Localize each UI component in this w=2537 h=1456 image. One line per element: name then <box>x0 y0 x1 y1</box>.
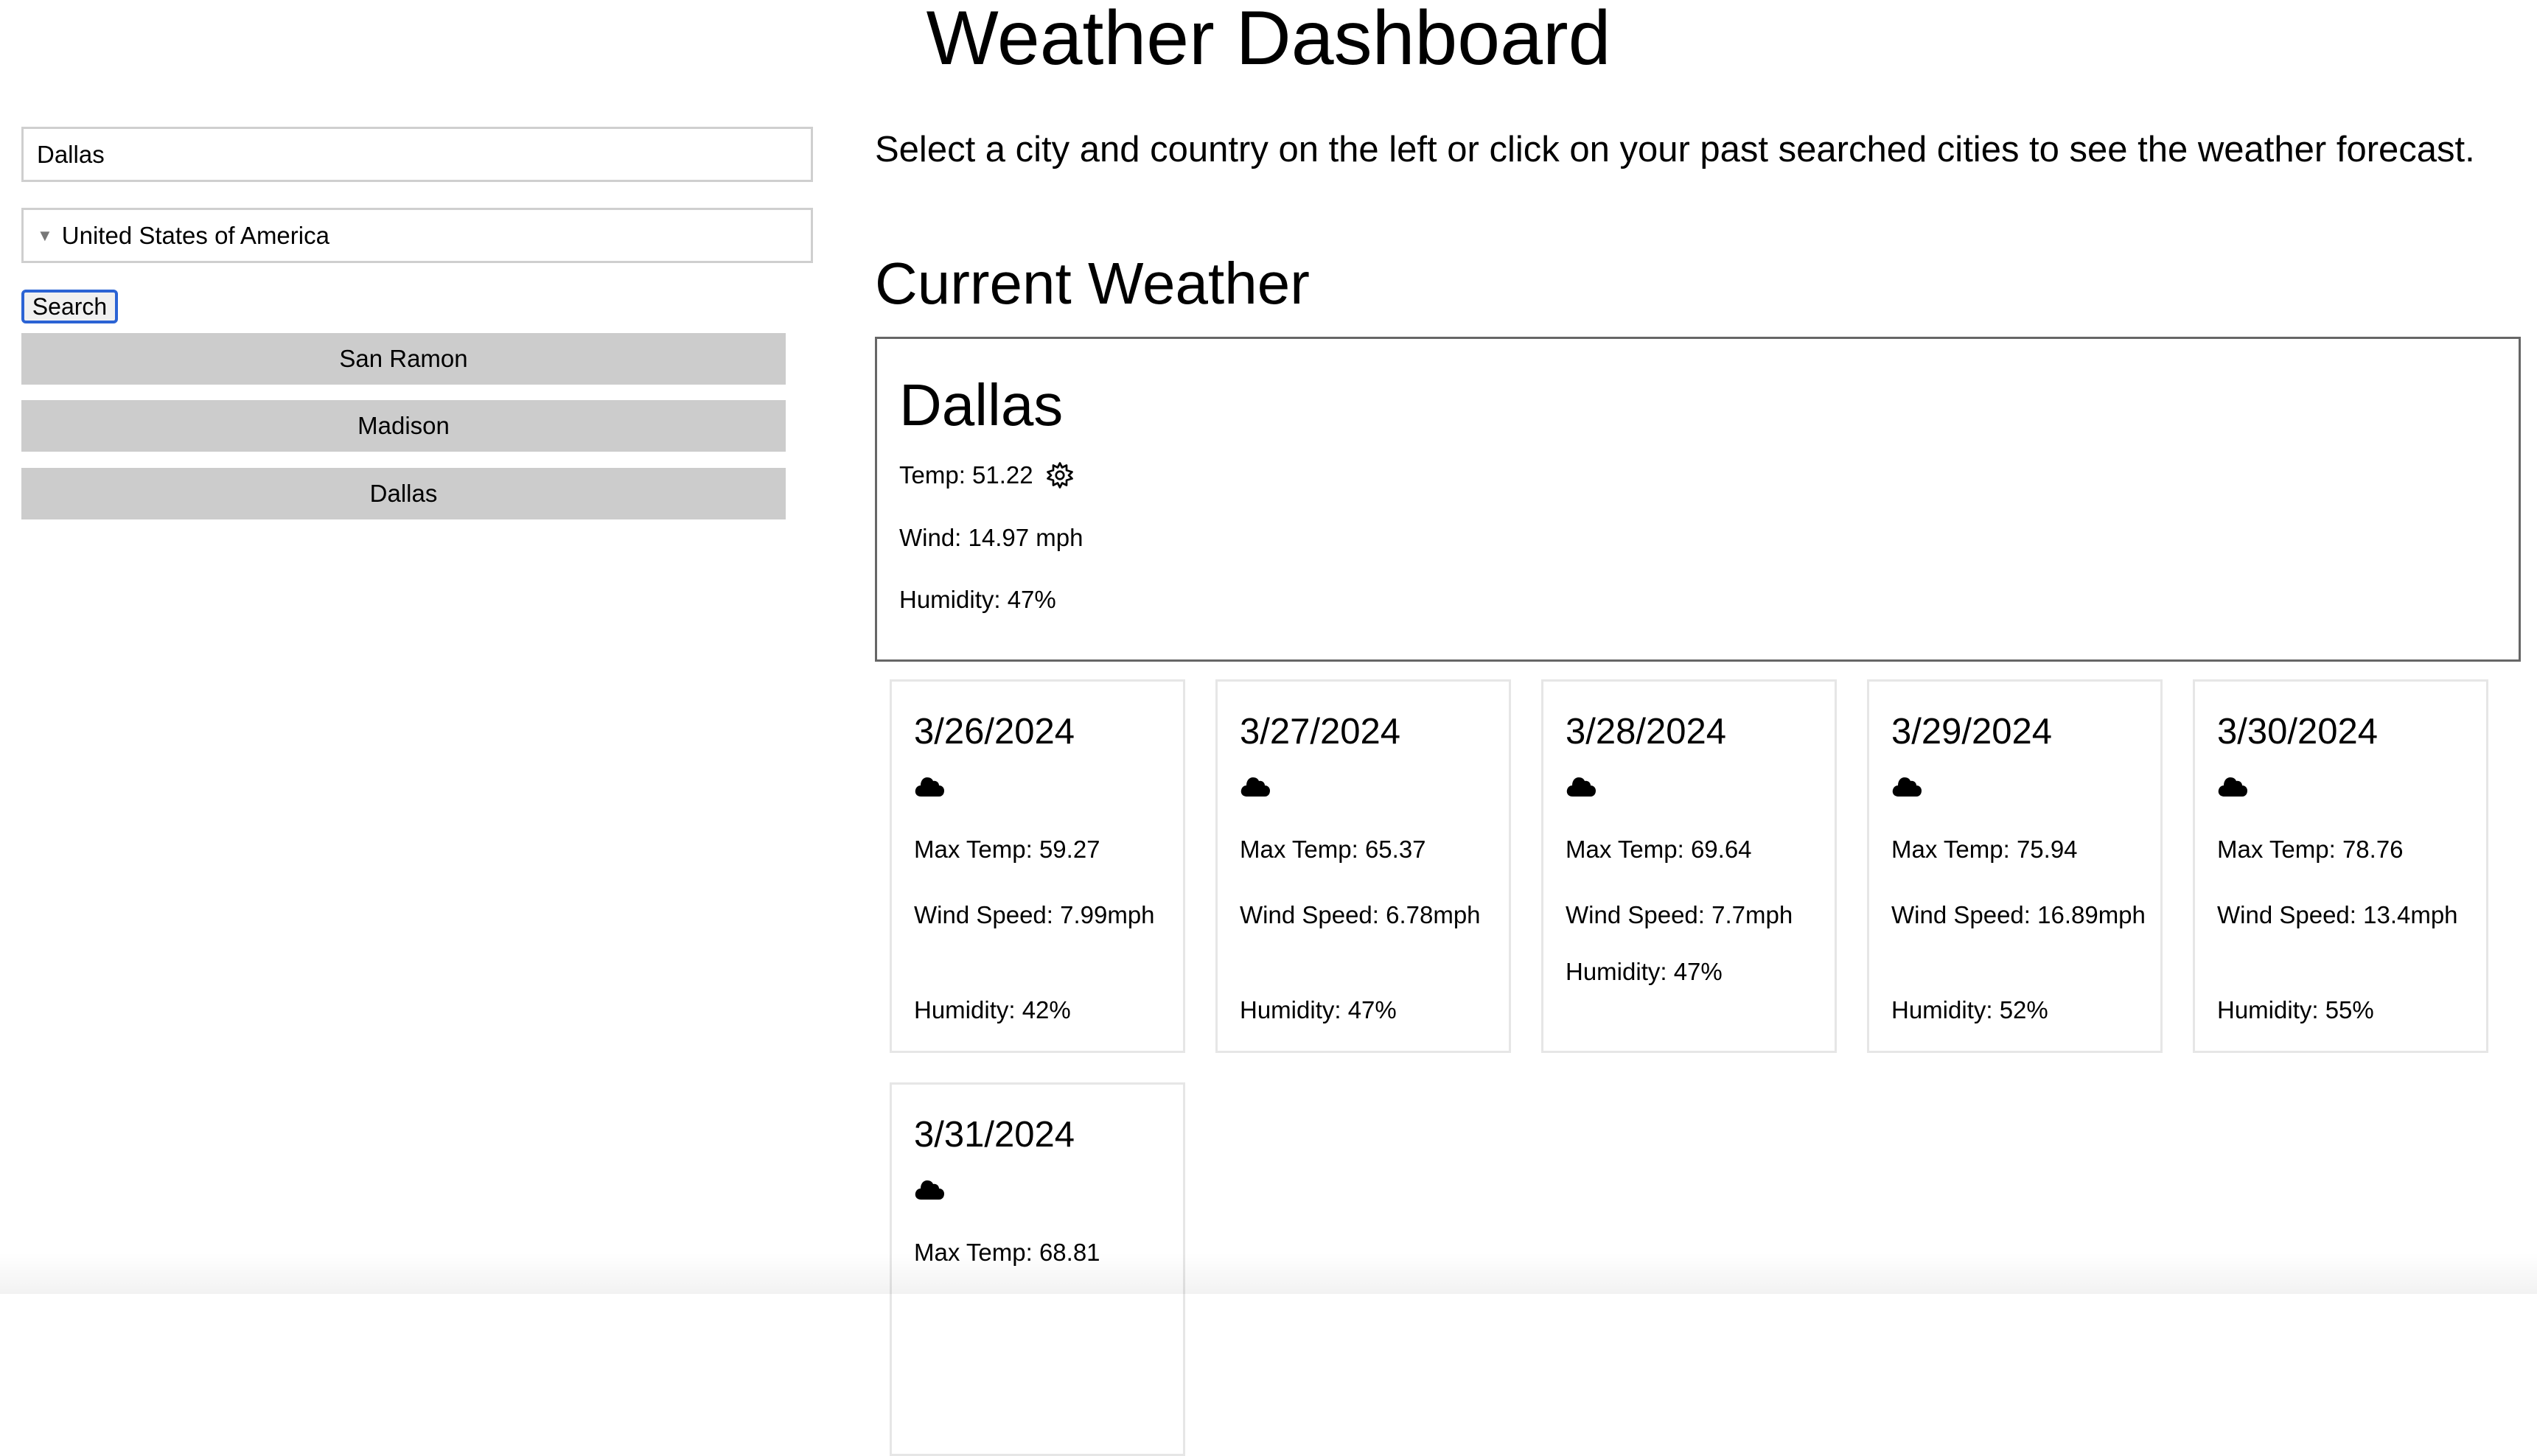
city-input[interactable] <box>21 127 813 182</box>
current-city: Dallas <box>899 372 1064 438</box>
forecast-max-temp: Max Temp: 69.64 <box>1566 836 1752 863</box>
current-weather-card: Dallas Temp: 51.22 Wind: 14.97 mph Humid… <box>875 337 2521 662</box>
cloud-icon <box>914 774 945 801</box>
forecast-date: 3/28/2024 <box>1566 712 1726 752</box>
history-button-madison[interactable]: Madison <box>21 400 786 452</box>
forecast-date: 3/29/2024 <box>1891 712 2052 752</box>
forecast-max-temp: Max Temp: 65.37 <box>1240 836 1426 863</box>
forecast-wind: Wind Speed: 16.89mph <box>1891 901 2146 928</box>
forecast-max-temp: Max Temp: 59.27 <box>914 836 1100 863</box>
country-select[interactable]: ▼ United States of America <box>21 208 813 263</box>
intro-text: Select a city and country on the left or… <box>875 130 2475 169</box>
current-humidity: Humidity: 47% <box>899 586 1056 613</box>
cloud-icon <box>1891 774 1922 801</box>
cloud-icon <box>1240 774 1271 801</box>
forecast-humidity: Humidity: 52% <box>1891 996 2048 1023</box>
history-button-dallas[interactable]: Dallas <box>21 468 786 519</box>
forecast-card: 3/28/2024 Max Temp: 69.64 Wind Speed: 7.… <box>1541 679 1837 1053</box>
forecast-max-temp: Max Temp: 75.94 <box>1891 836 2078 863</box>
forecast-humidity: Humidity: 47% <box>1566 958 1723 985</box>
forecast-card: 3/26/2024 Max Temp: 59.27 Wind Speed: 7.… <box>890 679 1185 1053</box>
forecast-date: 3/26/2024 <box>914 712 1075 752</box>
current-weather-heading: Current Weather <box>875 251 1310 316</box>
forecast-card: 3/29/2024 Max Temp: 75.94 Wind Speed: 16… <box>1867 679 2163 1053</box>
cloud-icon <box>2217 774 2248 801</box>
page-title: Weather Dashboard <box>926 0 1611 81</box>
forecast-card: 3/27/2024 Max Temp: 65.37 Wind Speed: 6.… <box>1215 679 1511 1053</box>
forecast-date: 3/30/2024 <box>2217 712 2378 752</box>
forecast-humidity: Humidity: 47% <box>1240 996 1397 1023</box>
country-selected-value: United States of America <box>61 222 329 249</box>
forecast-wind: Wind Speed: 7.7mph <box>1566 901 1793 928</box>
current-wind: Wind: 14.97 mph <box>899 524 1083 551</box>
forecast-wind: Wind Speed: 7.99mph <box>914 901 1155 928</box>
dropdown-arrow-icon: ▼ <box>37 226 53 245</box>
forecast-humidity: Humidity: 42% <box>914 996 1071 1023</box>
forecast-date: 3/27/2024 <box>1240 712 1400 752</box>
forecast-wind: Wind Speed: 6.78mph <box>1240 901 1481 928</box>
forecast-wind: Wind Speed: 13.4mph <box>2217 901 2458 928</box>
forecast-card: 3/30/2024 Max Temp: 78.76 Wind Speed: 13… <box>2193 679 2488 1053</box>
bottom-shadow <box>0 1253 2537 1294</box>
sun-gear-icon <box>1046 462 1073 489</box>
current-temp: Temp: 51.22 <box>899 461 1033 489</box>
history-button-san-ramon[interactable]: San Ramon <box>21 333 786 385</box>
forecast-date: 3/31/2024 <box>914 1115 1075 1155</box>
forecast-max-temp: Max Temp: 78.76 <box>2217 836 2404 863</box>
forecast-humidity: Humidity: 55% <box>2217 996 2374 1023</box>
search-button[interactable]: Search <box>21 290 118 323</box>
cloud-icon <box>1566 774 1596 801</box>
cloud-icon <box>914 1177 945 1204</box>
